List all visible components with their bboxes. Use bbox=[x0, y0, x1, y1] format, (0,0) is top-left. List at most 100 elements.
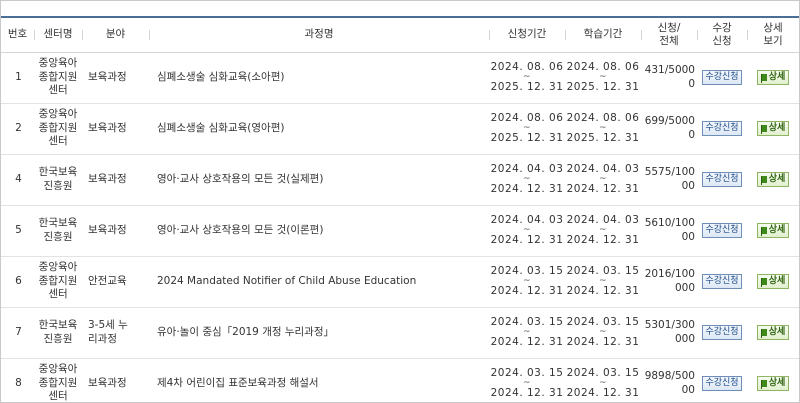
row-enroll-count: 431/50000 bbox=[641, 52, 697, 104]
apply-end-date: 2024. 12. 31 bbox=[490, 335, 564, 348]
detail-button[interactable]: 상세 bbox=[756, 120, 790, 136]
row-number: 8 bbox=[1, 358, 34, 402]
table-row: 2 중앙육아 종합지원 센터 보육과정 심폐소생술 심화교육(영아편) 2024… bbox=[1, 103, 799, 155]
header-no: 번호 bbox=[1, 18, 34, 53]
row-enroll-count: 699/50000 bbox=[641, 103, 697, 155]
row-number: 6 bbox=[1, 256, 34, 308]
flag-icon bbox=[760, 277, 767, 287]
enroll-button[interactable]: 수강신청 bbox=[702, 274, 742, 289]
apply-end-date: 2025. 12. 31 bbox=[490, 131, 564, 144]
detail-button-label: 상세 bbox=[768, 275, 786, 286]
table-row: 6 중앙육아 종합지원 센터 안전교육 2024 Mandated Notifi… bbox=[1, 256, 799, 308]
table-row: 4 한국보육 진흥원 보육과정 영아·교사 상호작용의 모든 것(실제편) 20… bbox=[1, 154, 799, 206]
enroll-button[interactable]: 수강신청 bbox=[702, 376, 742, 391]
row-number: 1 bbox=[1, 52, 34, 104]
row-study-period: 2024. 08. 06 ~ 2025. 12. 31 bbox=[565, 103, 641, 155]
detail-button-label: 상세 bbox=[768, 224, 786, 235]
study-end-date: 2024. 12. 31 bbox=[566, 233, 640, 246]
row-course-title[interactable]: 심폐소생술 심화교육(소아편) bbox=[149, 52, 489, 104]
row-enroll-cell: 수강신청 bbox=[697, 154, 747, 206]
row-course-title[interactable]: 제4차 어린이집 표준보육과정 해설서 bbox=[149, 358, 489, 402]
row-number: 5 bbox=[1, 205, 34, 257]
detail-button-label: 상세 bbox=[768, 377, 786, 388]
row-course-title[interactable]: 심폐소생술 심화교육(영아편) bbox=[149, 103, 489, 155]
row-apply-period: 2024. 03. 15 ~ 2024. 12. 31 bbox=[489, 256, 565, 308]
row-apply-period: 2024. 08. 06 ~ 2025. 12. 31 bbox=[489, 52, 565, 104]
row-enroll-cell: 수강신청 bbox=[697, 52, 747, 104]
row-enroll-cell: 수강신청 bbox=[697, 256, 747, 308]
row-field: 보육과정 bbox=[82, 154, 149, 206]
detail-button-label: 상세 bbox=[768, 71, 786, 82]
row-course-title[interactable]: 2024 Mandated Notifier of Child Abuse Ed… bbox=[149, 256, 489, 308]
enroll-button[interactable]: 수강신청 bbox=[702, 70, 742, 85]
row-study-period: 2024. 08. 06 ~ 2025. 12. 31 bbox=[565, 52, 641, 104]
detail-button[interactable]: 상세 bbox=[756, 222, 790, 238]
enroll-button[interactable]: 수강신청 bbox=[702, 172, 742, 187]
row-center: 한국보육 진흥원 bbox=[34, 154, 82, 206]
header-enroll: 수강 신청 bbox=[697, 18, 747, 53]
header-study-period: 학습기간 bbox=[565, 18, 641, 53]
row-study-period: 2024. 03. 15 ~ 2024. 12. 31 bbox=[565, 358, 641, 402]
flag-icon bbox=[760, 328, 767, 338]
row-apply-period: 2024. 08. 06 ~ 2025. 12. 31 bbox=[489, 103, 565, 155]
row-enroll-cell: 수강신청 bbox=[697, 103, 747, 155]
row-study-period: 2024. 03. 15 ~ 2024. 12. 31 bbox=[565, 256, 641, 308]
row-field: 안전교육 bbox=[82, 256, 149, 308]
table-header-row: 번호 센터명 분야 과정명 신청기간 학습기간 신청/ 전체 수강 신청 상세 … bbox=[1, 18, 799, 53]
row-enroll-cell: 수강신청 bbox=[697, 205, 747, 257]
detail-button[interactable]: 상세 bbox=[756, 324, 790, 340]
enroll-button[interactable]: 수강신청 bbox=[702, 325, 742, 340]
row-field: 보육과정 bbox=[82, 358, 149, 402]
row-apply-period: 2024. 03. 15 ~ 2024. 12. 31 bbox=[489, 307, 565, 359]
study-end-date: 2024. 12. 31 bbox=[566, 182, 640, 195]
row-center: 한국보육 진흥원 bbox=[34, 307, 82, 359]
row-enroll-count: 5301/300000 bbox=[641, 307, 697, 359]
enroll-button[interactable]: 수강신청 bbox=[702, 223, 742, 238]
detail-button-label: 상세 bbox=[768, 122, 786, 133]
header-count: 신청/ 전체 bbox=[641, 18, 697, 53]
row-apply-period: 2024. 04. 03 ~ 2024. 12. 31 bbox=[489, 154, 565, 206]
table-row: 8 중앙육아 종합지원 센터 보육과정 제4차 어린이집 표준보육과정 해설서 … bbox=[1, 358, 799, 402]
row-enroll-count: 5575/10000 bbox=[641, 154, 697, 206]
header-apply-period: 신청기간 bbox=[489, 18, 565, 53]
row-detail-cell: 상세 bbox=[747, 205, 799, 257]
detail-button[interactable]: 상세 bbox=[756, 375, 790, 391]
row-field: 보육과정 bbox=[82, 205, 149, 257]
row-field: 보육과정 bbox=[82, 52, 149, 104]
enroll-button[interactable]: 수강신청 bbox=[702, 121, 742, 136]
course-list-panel: 번호 센터명 분야 과정명 신청기간 학습기간 신청/ 전체 수강 신청 상세 … bbox=[0, 0, 800, 403]
detail-button[interactable]: 상세 bbox=[756, 69, 790, 85]
row-field: 보육과정 bbox=[82, 103, 149, 155]
row-detail-cell: 상세 bbox=[747, 52, 799, 104]
row-course-title[interactable]: 영아·교사 상호작용의 모든 것(이론편) bbox=[149, 205, 489, 257]
row-center: 한국보육 진흥원 bbox=[34, 205, 82, 257]
row-enroll-count: 9898/50000 bbox=[641, 358, 697, 402]
row-study-period: 2024. 03. 15 ~ 2024. 12. 31 bbox=[565, 307, 641, 359]
row-center: 중앙육아 종합지원 센터 bbox=[34, 256, 82, 308]
row-center: 중앙육아 종합지원 센터 bbox=[34, 358, 82, 402]
flag-icon bbox=[760, 379, 767, 389]
table-row: 7 한국보육 진흥원 3-5세 누 리과정 유아·놀이 중심「2019 개정 누… bbox=[1, 307, 799, 359]
apply-end-date: 2024. 12. 31 bbox=[490, 233, 564, 246]
detail-button[interactable]: 상세 bbox=[756, 273, 790, 289]
row-course-title[interactable]: 영아·교사 상호작용의 모든 것(실제편) bbox=[149, 154, 489, 206]
row-detail-cell: 상세 bbox=[747, 103, 799, 155]
apply-end-date: 2024. 12. 31 bbox=[490, 386, 564, 399]
row-detail-cell: 상세 bbox=[747, 307, 799, 359]
row-center: 중앙육아 종합지원 센터 bbox=[34, 52, 82, 104]
row-center: 중앙육아 종합지원 센터 bbox=[34, 103, 82, 155]
study-end-date: 2024. 12. 31 bbox=[566, 335, 640, 348]
flag-icon bbox=[760, 124, 767, 134]
row-course-title[interactable]: 유아·놀이 중심「2019 개정 누리과정」 bbox=[149, 307, 489, 359]
row-field: 3-5세 누 리과정 bbox=[82, 307, 149, 359]
row-study-period: 2024. 04. 03 ~ 2024. 12. 31 bbox=[565, 154, 641, 206]
table-row: 1 중앙육아 종합지원 센터 보육과정 심폐소생술 심화교육(소아편) 2024… bbox=[1, 52, 799, 104]
row-detail-cell: 상세 bbox=[747, 358, 799, 402]
detail-button[interactable]: 상세 bbox=[756, 171, 790, 187]
header-course: 과정명 bbox=[149, 18, 489, 53]
row-enroll-cell: 수강신청 bbox=[697, 307, 747, 359]
study-end-date: 2024. 12. 31 bbox=[566, 284, 640, 297]
course-table: 번호 센터명 분야 과정명 신청기간 학습기간 신청/ 전체 수강 신청 상세 … bbox=[1, 18, 799, 402]
row-study-period: 2024. 04. 03 ~ 2024. 12. 31 bbox=[565, 205, 641, 257]
row-apply-period: 2024. 04. 03 ~ 2024. 12. 31 bbox=[489, 205, 565, 257]
